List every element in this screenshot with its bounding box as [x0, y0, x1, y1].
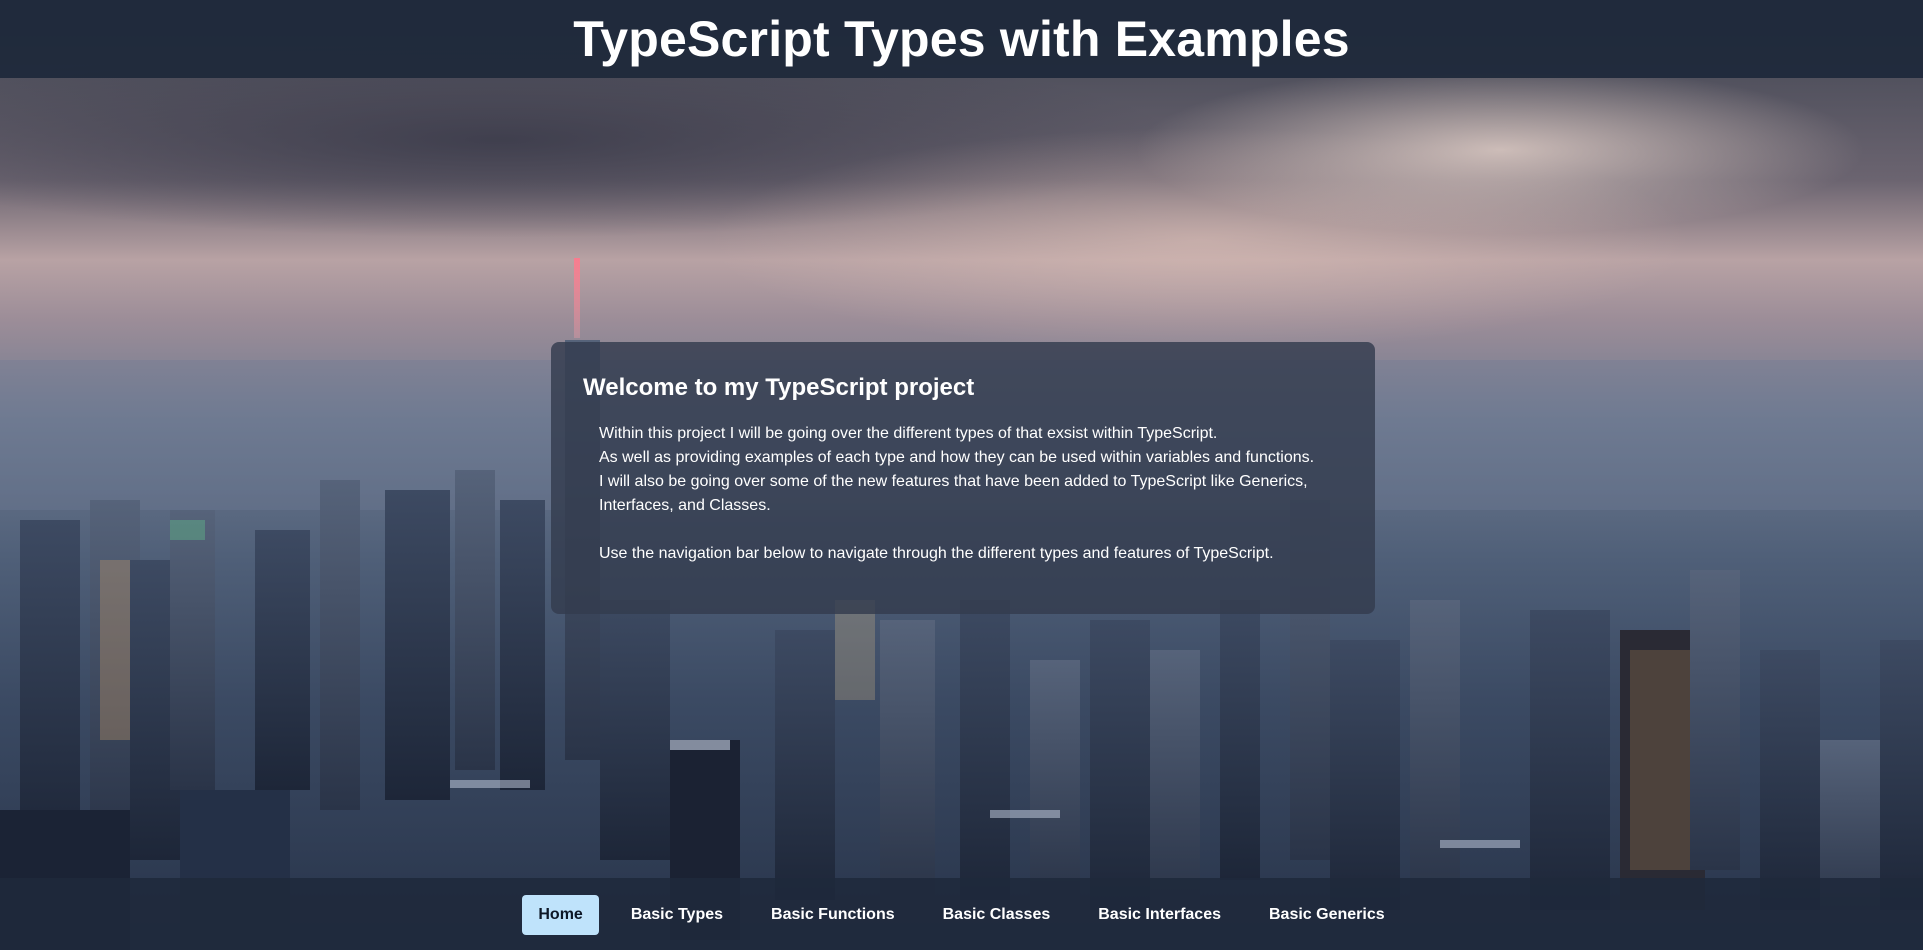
page-title: TypeScript Types with Examples [573, 11, 1350, 67]
welcome-line-4: Use the navigation bar below to navigate… [599, 545, 1274, 562]
page-header: TypeScript Types with Examples [0, 0, 1923, 78]
welcome-body: Within this project I will be going over… [583, 422, 1343, 566]
welcome-heading: Welcome to my TypeScript project [583, 374, 975, 401]
nav-item-basic-classes[interactable]: Basic Classes [927, 895, 1067, 935]
welcome-line-1: Within this project I will be going over… [599, 425, 1218, 442]
welcome-card: Welcome to my TypeScript project Within … [551, 342, 1375, 614]
tower-spire-light [574, 258, 580, 338]
nav-item-basic-types[interactable]: Basic Types [615, 895, 739, 935]
nav-item-basic-interfaces[interactable]: Basic Interfaces [1082, 895, 1237, 935]
nav-item-basic-functions[interactable]: Basic Functions [755, 895, 911, 935]
nav-item-home[interactable]: Home [522, 895, 599, 935]
welcome-line-2: As well as providing examples of each ty… [599, 449, 1315, 466]
nav-list: Home Basic Types Basic Functions Basic C… [522, 895, 1400, 935]
bottom-navigation-bar: Home Basic Types Basic Functions Basic C… [0, 878, 1923, 950]
welcome-line-3: I will also be going over some of the ne… [599, 473, 1308, 514]
nav-item-basic-generics[interactable]: Basic Generics [1253, 895, 1401, 935]
